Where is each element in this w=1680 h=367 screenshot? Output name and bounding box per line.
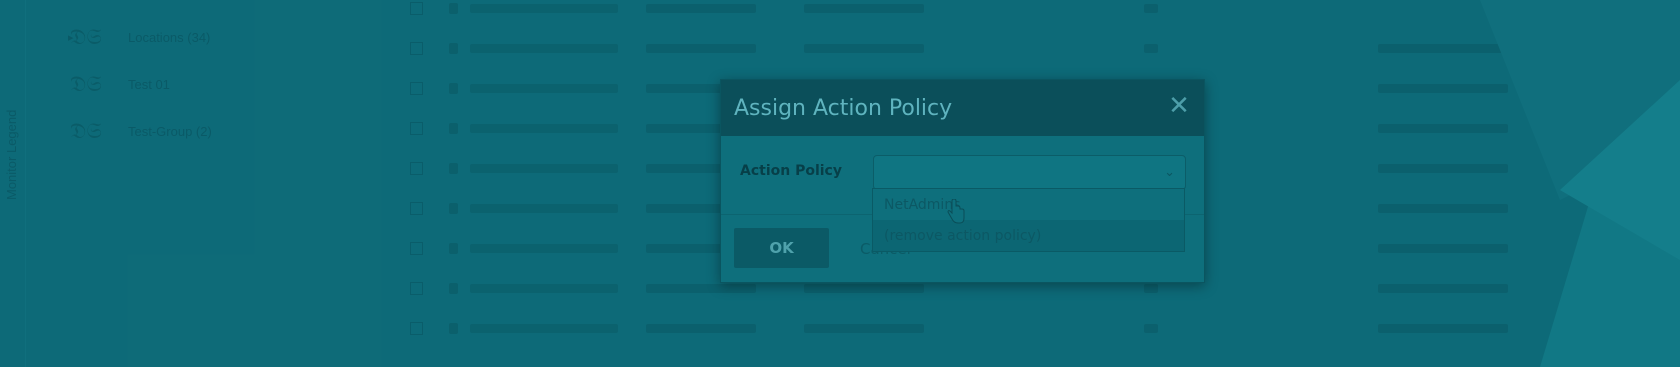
action-policy-dropdown-list: NetAdmins (remove action policy)	[872, 188, 1185, 252]
chevron-down-icon: ⌄	[1164, 164, 1175, 179]
close-icon[interactable]: ✕	[1166, 92, 1192, 118]
dialog-title: Assign Action Policy	[734, 95, 953, 121]
action-policy-select[interactable]: ⌄	[873, 155, 1186, 190]
option-netadmins[interactable]: NetAdmins	[873, 189, 1184, 220]
assign-action-policy-dialog: Assign Action Policy ✕ Action Policy ⌄ O…	[720, 79, 1205, 283]
option-remove-action-policy[interactable]: (remove action policy)	[873, 220, 1184, 251]
dialog-header: Assign Action Policy ✕	[721, 80, 1204, 136]
hand-pointer-icon	[947, 199, 965, 224]
ok-button[interactable]: OK	[734, 228, 829, 268]
action-policy-label: Action Policy	[740, 163, 842, 179]
